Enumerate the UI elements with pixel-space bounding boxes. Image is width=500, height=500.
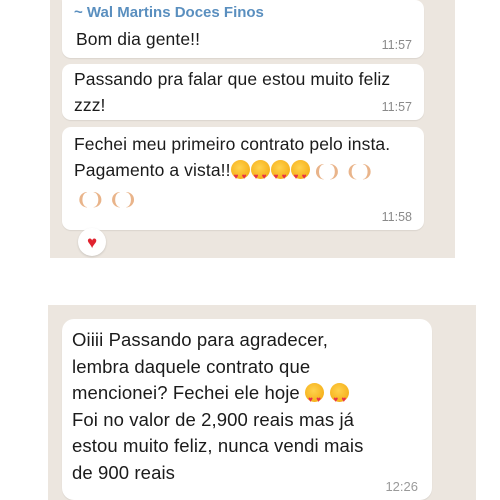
message-line: mencionei? Fechei ele hoje	[72, 382, 300, 403]
smiling-face-with-hearts-icon	[305, 383, 325, 414]
message-time: 11:57	[381, 38, 412, 52]
folded-hands-icon: ❨❩	[108, 190, 138, 209]
sender-name[interactable]: ~ Wal Martins Doces Finos	[74, 3, 264, 23]
message-bubble[interactable]: ~ Wal Martins Doces Finos Bom dia gente!…	[62, 0, 424, 58]
folded-hands-icon: ❨❩	[76, 190, 105, 209]
message-line: Passando pra falar que estou muito feliz	[74, 69, 391, 89]
message-bubble[interactable]: Oiiii Passando para agradecer, lembra da…	[62, 319, 432, 500]
smiling-face-with-hearts-icon	[290, 160, 310, 190]
message-text: Fechei meu primeiro contrato pelo insta.…	[74, 131, 424, 213]
message-line: Oiiii Passando para agradecer,	[72, 329, 328, 350]
message-text: Oiiii Passando para agradecer, lembra da…	[72, 327, 430, 486]
folded-hands-icon: ❨❩	[345, 162, 374, 181]
message-line: de 900 reais	[72, 461, 176, 483]
message-time: 12:26	[385, 479, 418, 494]
smiling-face-with-hearts-icon	[330, 383, 350, 414]
reaction-badge[interactable]: ♥	[78, 228, 106, 256]
message-line: estou muito feliz, nunca vendi mais	[72, 435, 364, 456]
message-line: lembra daquele contrato que	[72, 355, 311, 377]
red-heart-icon: ♥	[86, 232, 98, 252]
message-bubble[interactable]: Fechei meu primeiro contrato pelo insta.…	[62, 127, 424, 230]
message-time: 11:57	[381, 100, 412, 114]
smiling-face-with-hearts-icon	[230, 160, 250, 190]
message-line: zzz!	[74, 95, 106, 115]
message-text: Passando pra falar que estou muito feliz…	[74, 66, 419, 118]
message-line: Pagamento a vista!!	[74, 160, 231, 180]
message-text: Bom dia gente!!	[76, 29, 201, 49]
message-line: Fechei meu primeiro contrato pelo insta.	[74, 134, 391, 154]
smiling-face-with-hearts-icon	[270, 160, 290, 190]
message-time: 11:58	[381, 210, 412, 224]
folded-hands-icon: ❨❩	[312, 162, 342, 181]
message-bubble[interactable]: Passando pra falar que estou muito feliz…	[62, 64, 424, 120]
smiling-face-with-hearts-icon	[250, 160, 270, 190]
